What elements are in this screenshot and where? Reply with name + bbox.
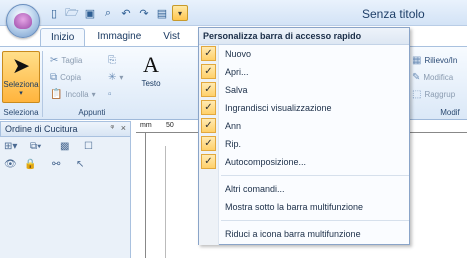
- menu-item-label: Salva: [225, 85, 248, 95]
- copy-button[interactable]: ⧉ Copia: [50, 72, 81, 83]
- menu-title: Personalizza barra di accesso rapido: [199, 28, 409, 45]
- menu-item-mostra-sotto[interactable]: Mostra sotto la barra multifunzione: [199, 198, 409, 216]
- menu-item-label: Rip.: [225, 139, 242, 149]
- menu-item-label: Altri comandi...: [225, 184, 285, 194]
- scissors-icon: ✂: [50, 55, 59, 66]
- relief-label: Rilievo/In: [424, 56, 458, 65]
- lock-icon[interactable]: 🔒: [24, 159, 36, 170]
- text-label: Testo: [141, 79, 161, 88]
- checkmark-icon: ✓: [201, 100, 216, 115]
- cut-button[interactable]: ✂ Taglia: [50, 55, 82, 66]
- panel-title: Ordine di Cucitura: [5, 124, 78, 134]
- tab-inizio[interactable]: Inizio: [40, 28, 86, 46]
- window-title: Senza titolo: [362, 7, 425, 21]
- menu-item-label: Mostra sotto la barra multifunzione: [225, 202, 364, 212]
- link-icon[interactable]: ⚯: [52, 159, 60, 170]
- menu-item-autocomposizione[interactable]: ✓ Autocomposizione...: [199, 153, 409, 171]
- ribbon-tabs: Inizio Immagine Vist: [40, 28, 190, 46]
- chevron-down-icon: ▾: [19, 90, 23, 97]
- relief-button[interactable]: ▦ Rilievo/In: [412, 55, 457, 66]
- menu-item-altri-comandi[interactable]: Altri comandi...: [199, 180, 409, 198]
- open-icon[interactable]: 🗁: [64, 5, 80, 21]
- modify-icon: ✎: [412, 72, 421, 83]
- customize-qat-menu: Personalizza barra di accesso rapido ✓ N…: [198, 27, 410, 245]
- checkmark-icon: ✓: [201, 82, 216, 97]
- modify-label: Modifica: [423, 73, 454, 82]
- menu-item-label: Riduci a icona barra multifunzione: [225, 229, 361, 239]
- menu-divider: [221, 220, 409, 221]
- menu-divider: [221, 175, 409, 176]
- checkmark-icon: ✓: [201, 118, 216, 133]
- menu-item-label: Ann: [225, 121, 242, 131]
- zoom-icon[interactable]: ⌕: [100, 5, 116, 21]
- menu-item-rip[interactable]: ✓ Rip.: [199, 135, 409, 153]
- tab-vista[interactable]: Vist: [153, 28, 190, 46]
- application-menu-button[interactable]: [6, 4, 40, 38]
- quick-access-toolbar: ▯ 🗁 ▣ ⌕ ↶ ↷ ▤ ▾: [46, 5, 188, 21]
- new-icon[interactable]: ▯: [46, 5, 62, 21]
- group-label-select: Seleziona: [3, 108, 39, 117]
- app-logo-icon: [14, 13, 32, 29]
- panel-header: Ordine di Cucitura ᵠ ×: [0, 121, 131, 137]
- select-button[interactable]: ➤ Seleziona ▾: [2, 51, 40, 103]
- paste-icon: 📋: [50, 89, 63, 100]
- undo-icon[interactable]: ↶: [118, 5, 134, 21]
- paste-label: Incolla: [65, 90, 89, 99]
- redo-icon[interactable]: ↷: [136, 5, 152, 21]
- title-bar: ▯ 🗁 ▣ ⌕ ↶ ↷ ▤ ▾ Senza titolo: [0, 0, 467, 38]
- text-button[interactable]: A Testo: [132, 51, 170, 103]
- menu-item-ingrandisci[interactable]: ✓ Ingrandisci visualizzazione: [199, 99, 409, 117]
- menu-item-salva[interactable]: ✓ Salva: [199, 81, 409, 99]
- pointer-icon[interactable]: ↖: [76, 159, 84, 170]
- cut-label: Taglia: [61, 56, 83, 65]
- view-mode-icon[interactable]: ⊞▾: [4, 141, 17, 152]
- menu-item-label: Nuovo: [225, 49, 252, 59]
- group-button[interactable]: ⬚ Raggrup: [412, 89, 455, 100]
- save-icon[interactable]: ▣: [82, 5, 98, 21]
- tab-immagine[interactable]: Immagine: [87, 28, 151, 46]
- stitch-tool-icon[interactable]: ✳ ▾: [108, 72, 123, 83]
- checkmark-icon: ✓: [201, 136, 216, 151]
- ruler-mark: 50: [166, 122, 174, 129]
- pin-icon[interactable]: ᵠ: [110, 123, 114, 132]
- menu-item-label: Ingrandisci visualizzazione: [225, 103, 332, 113]
- autocompose-icon[interactable]: ▤: [154, 5, 170, 21]
- arrow-cursor-icon: ➤: [11, 53, 31, 78]
- menu-item-riduci[interactable]: Riduci a icona barra multifunzione: [199, 225, 409, 243]
- group-divider: [42, 51, 43, 117]
- vertical-ruler: [136, 133, 146, 258]
- frame-icon[interactable]: ☐: [84, 141, 93, 152]
- customize-qat-icon[interactable]: ▾: [172, 5, 188, 21]
- menu-item-nuovo[interactable]: ✓ Nuovo: [199, 45, 409, 63]
- group-label: Raggrup: [424, 90, 456, 99]
- ruler-unit: mm: [140, 122, 152, 129]
- text-a-icon: A: [143, 52, 159, 77]
- group-icon: ⬚: [412, 89, 422, 100]
- chevron-down-icon: ▾: [91, 90, 96, 99]
- paste-button[interactable]: 📋 Incolla ▾: [50, 89, 96, 100]
- group-label-modify: Modif: [440, 108, 460, 117]
- layout-icon[interactable]: ⧉▾: [30, 141, 41, 152]
- relief-icon: ▦: [412, 55, 422, 66]
- menu-item-label: Apri...: [225, 67, 249, 77]
- copy-icon: ⧉: [50, 72, 58, 83]
- menu-item-apri[interactable]: ✓ Apri...: [199, 63, 409, 81]
- menu-item-label: Autocomposizione...: [225, 157, 307, 167]
- checkmark-icon: ✓: [201, 64, 216, 79]
- clipboard-tool-icon[interactable]: ⎘: [108, 55, 116, 66]
- sewing-order-panel: ⊞▾ ⧉▾ ▩ ☐ 👁 🔒 ⚯ ↖: [0, 137, 131, 258]
- modify-button[interactable]: ✎ Modifica: [412, 72, 453, 83]
- group-label-clipboard: Appunti: [78, 108, 106, 117]
- checkmark-icon: ✓: [201, 46, 216, 61]
- format-tool-icon[interactable]: ▫: [108, 89, 112, 100]
- select-button-label: Seleziona: [3, 80, 39, 89]
- copy-label: Copia: [60, 73, 82, 82]
- menu-item-ann[interactable]: ✓ Ann: [199, 117, 409, 135]
- color-icon[interactable]: ▩: [60, 141, 69, 152]
- close-icon[interactable]: ×: [121, 123, 126, 133]
- eye-icon[interactable]: 👁: [4, 159, 17, 170]
- checkmark-icon: ✓: [201, 154, 216, 169]
